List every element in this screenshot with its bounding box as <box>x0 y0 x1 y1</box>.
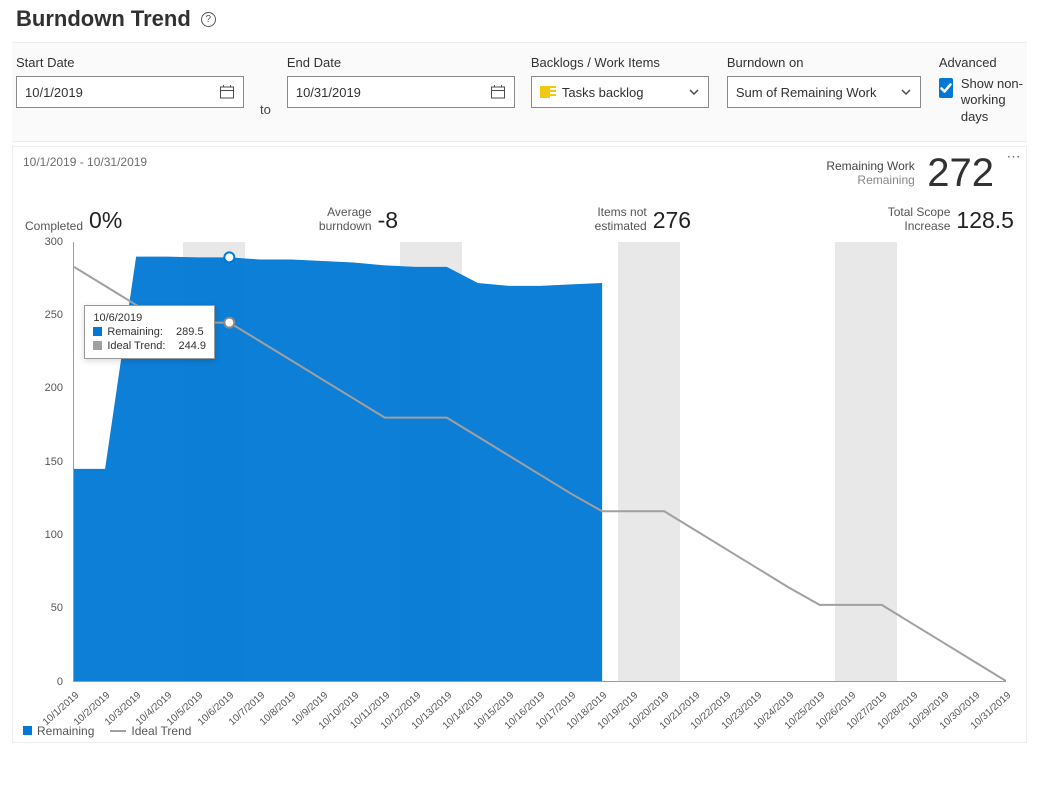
kpi-remaining-work: Remaining Work Remaining 272 <box>826 153 994 193</box>
y-tick-label: 200 <box>45 382 63 394</box>
calendar-icon <box>490 84 506 100</box>
kpi-remaining-sub: Remaining <box>826 173 914 187</box>
backlogs-value: Tasks backlog <box>562 85 644 100</box>
legend-swatch-remaining <box>93 327 102 336</box>
burndown-on-select[interactable]: Sum of Remaining Work <box>727 76 921 108</box>
end-date-input[interactable]: 10/31/2019 <box>287 76 515 108</box>
kpi-avg-value: -8 <box>378 207 398 234</box>
kpi-completed: Completed 0% <box>25 207 122 234</box>
y-tick-label: 150 <box>45 456 63 468</box>
end-date-value: 10/31/2019 <box>296 85 361 100</box>
y-tick-label: 50 <box>51 602 63 614</box>
chart-card: ⋯ 10/1/2019 - 10/31/2019 Remaining Work … <box>12 146 1027 743</box>
kpi-avg-burndown: Averageburndown -8 <box>319 205 398 234</box>
y-tick-label: 100 <box>45 529 63 541</box>
burndown-chart: 050100150200250300 10/6/2019 Remaining: … <box>23 242 1016 720</box>
tooltip-date: 10/6/2019 <box>93 312 206 324</box>
chart-tooltip: 10/6/2019 Remaining: 289.5 Ideal Trend: … <box>84 305 215 359</box>
show-nonworking-checkbox[interactable] <box>939 78 953 98</box>
y-tick-label: 300 <box>45 236 63 248</box>
kpi-items-not-estimated: Items notestimated 276 <box>595 205 691 234</box>
chevron-down-icon <box>900 86 912 98</box>
calendar-icon <box>219 84 235 100</box>
start-date-label: Start Date <box>16 55 244 70</box>
start-date-value: 10/1/2019 <box>25 85 83 100</box>
burndown-on-value: Sum of Remaining Work <box>736 85 877 100</box>
legend-swatch-ideal <box>93 341 102 350</box>
end-date-label: End Date <box>287 55 515 70</box>
y-tick-label: 0 <box>57 676 63 688</box>
kpi-completed-value: 0% <box>89 207 122 234</box>
kpi-scope-value: 128.5 <box>956 207 1014 234</box>
kpi-items-value: 276 <box>653 207 691 234</box>
advanced-label: Advanced <box>939 55 1023 70</box>
y-tick-label: 250 <box>45 309 63 321</box>
backlogs-select[interactable]: Tasks backlog <box>531 76 709 108</box>
more-options-button[interactable]: ⋯ <box>1004 149 1024 165</box>
legend-line-ideal <box>110 730 126 732</box>
backlogs-label: Backlogs / Work Items <box>531 55 711 70</box>
kpi-scope-increase: Total ScopeIncrease 128.5 <box>888 205 1014 234</box>
chevron-down-icon <box>688 86 700 98</box>
help-icon[interactable]: ? <box>201 12 216 27</box>
burndown-on-label: Burndown on <box>727 55 923 70</box>
start-date-input[interactable]: 10/1/2019 <box>16 76 244 108</box>
controls-bar: Start Date 10/1/2019 to End Date 10/31/2… <box>12 42 1027 142</box>
tasks-backlog-icon <box>540 86 556 98</box>
legend-swatch-remaining <box>23 726 32 735</box>
to-label: to <box>260 102 271 125</box>
kpi-remaining-value: 272 <box>927 153 994 193</box>
page-title: Burndown Trend <box>16 6 191 32</box>
show-nonworking-label: Show non-working days <box>961 76 1023 125</box>
kpi-remaining-title: Remaining Work <box>826 159 914 173</box>
